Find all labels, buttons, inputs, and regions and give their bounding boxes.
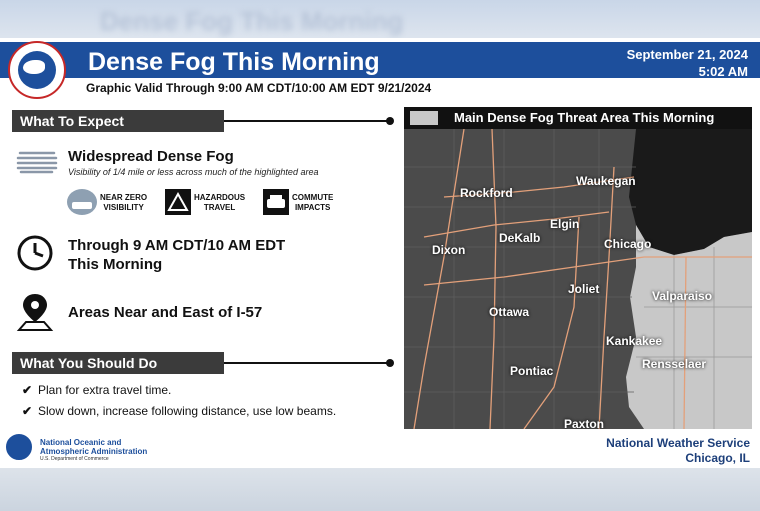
city-label: Dixon bbox=[432, 243, 466, 257]
what-you-should-do-heading: What You Should Do bbox=[12, 352, 224, 374]
clock-icon bbox=[17, 235, 53, 271]
fog-car-icon bbox=[67, 189, 97, 215]
check-icon: ✔ bbox=[22, 383, 33, 397]
map-legend: Main Dense Fog Threat Area This Morning bbox=[404, 107, 752, 129]
city-label: Kankakee bbox=[606, 334, 663, 348]
fog-threat-area bbox=[626, 225, 752, 429]
city-label: Joliet bbox=[568, 282, 600, 296]
city-label: Pontiac bbox=[510, 364, 554, 378]
city-label: Rockford bbox=[460, 186, 513, 200]
nws-logo bbox=[8, 41, 66, 99]
section-divider-line bbox=[224, 362, 390, 364]
city-label: Elgin bbox=[550, 217, 580, 231]
blurred-title-echo: Dense Fog This Morning bbox=[100, 6, 404, 36]
fog-briefing-card: Dense Fog This Morning September 21, 202… bbox=[0, 38, 760, 468]
footer: National Oceanic and Atmospheric Administ… bbox=[0, 432, 760, 468]
fog-threat-map: Main Dense Fog Threat Area This Morning … bbox=[404, 107, 752, 429]
issue-time: 5:02 AM bbox=[698, 64, 748, 79]
blurred-background-bottom bbox=[0, 468, 760, 511]
hazard-road-icon bbox=[165, 189, 191, 215]
fog-title: Widespread Dense Fog bbox=[68, 148, 234, 165]
nws-logo-bird bbox=[23, 60, 45, 74]
city-label: Waukegan bbox=[576, 174, 636, 188]
issue-datetime: September 21, 2024 5:02 AM bbox=[627, 46, 748, 80]
noaa-name: National Oceanic and Atmospheric Administ… bbox=[40, 438, 148, 456]
city-label: Valparaiso bbox=[652, 289, 713, 303]
impact-hazardous: HAZARDOUS TRAVEL bbox=[194, 193, 246, 212]
fog-area-swatch bbox=[410, 111, 438, 125]
check-icon: ✔ bbox=[22, 404, 33, 418]
section-divider-dot bbox=[386, 359, 394, 367]
impact-visibility: NEAR ZERO VISIBILITY bbox=[100, 193, 148, 212]
city-label: Chicago bbox=[604, 237, 652, 251]
city-label: DeKalb bbox=[499, 231, 541, 245]
header-bar: Dense Fog This Morning September 21, 202… bbox=[0, 42, 760, 80]
list-item: ✔ Plan for extra travel time. bbox=[22, 383, 172, 397]
noaa-logo bbox=[4, 432, 34, 462]
section-divider-line bbox=[224, 120, 390, 122]
nws-office: National Weather Service Chicago, IL bbox=[606, 436, 750, 465]
fog-detail: Visibility of 1/4 mile or less across mu… bbox=[68, 167, 319, 177]
impact-commute: COMMUTE IMPACTS bbox=[292, 193, 334, 212]
valid-time-text: Through 9 AM CDT/10 AM EDT This Morning bbox=[68, 237, 286, 273]
map-pin-icon bbox=[16, 294, 54, 331]
map-legend-text: Main Dense Fog Threat Area This Morning bbox=[454, 110, 715, 125]
section-divider-dot bbox=[386, 117, 394, 125]
city-label: Ottawa bbox=[489, 305, 530, 319]
area-text: Areas Near and East of I-57 bbox=[68, 304, 263, 321]
list-item: ✔ Slow down, increase following distance,… bbox=[22, 404, 337, 418]
city-label: Paxton bbox=[564, 417, 605, 429]
what-to-expect-heading: What To Expect bbox=[12, 110, 224, 132]
map-base bbox=[404, 128, 752, 429]
page-title: Dense Fog This Morning bbox=[88, 48, 380, 76]
issue-date: September 21, 2024 bbox=[626, 47, 748, 62]
blurred-background-top: Dense Fog This Morning bbox=[0, 0, 760, 42]
noaa-department: U.S. Department of Commerce bbox=[40, 456, 109, 462]
city-label: Rensselaer bbox=[642, 357, 707, 371]
commute-car-icon bbox=[263, 189, 289, 215]
valid-through-text: Graphic Valid Through 9:00 AM CDT/10:00 … bbox=[86, 81, 432, 95]
fog-icon bbox=[16, 151, 58, 174]
